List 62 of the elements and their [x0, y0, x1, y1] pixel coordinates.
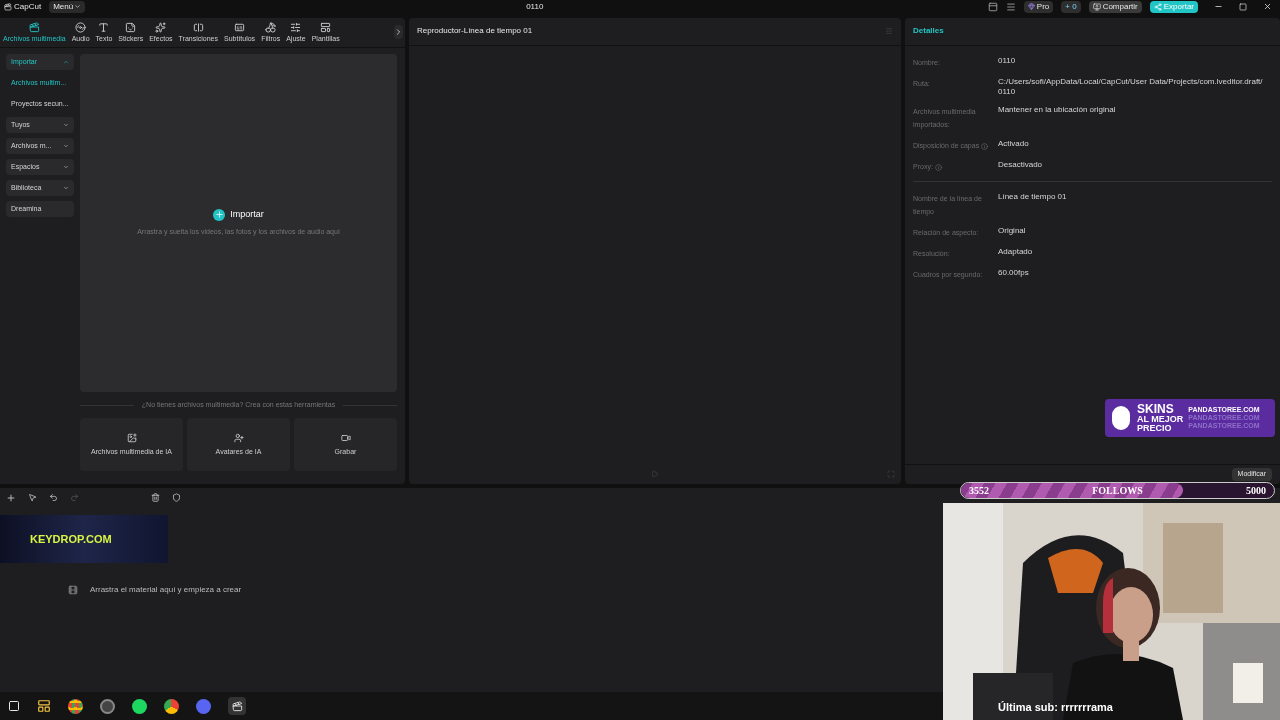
- detail-value: C:/Users/sofi/AppData/Local/CapCut/User Data/Projects/com.lveditor.draft/ 0110: [998, 76, 1263, 97]
- camera-icon: [340, 432, 351, 443]
- template-icon: [320, 21, 332, 33]
- more-tabs-icon[interactable]: [394, 25, 403, 40]
- sticker-icon: [125, 21, 137, 33]
- maximize-icon[interactable]: [1239, 2, 1247, 11]
- editor-icon[interactable]: [228, 697, 246, 716]
- share-icon: [1153, 2, 1162, 11]
- detail-value: Activado: [998, 138, 1030, 150]
- credits-button[interactable]: + 0: [1061, 0, 1081, 13]
- logo-icon: [4, 2, 12, 11]
- media-icon: [28, 21, 40, 33]
- project-title: 0110: [526, 0, 544, 13]
- text-icon: [98, 21, 110, 33]
- details-title: Detalles: [913, 25, 944, 38]
- detail-value: 0110: [998, 55, 1017, 67]
- monitor-icon: [1092, 2, 1101, 11]
- menu-button[interactable]: Menú: [49, 0, 86, 13]
- plus-icon: [214, 210, 224, 220]
- detail-value: 60.00fps: [998, 267, 1030, 279]
- film-icon: [68, 585, 78, 596]
- list-icon[interactable]: [1005, 1, 1016, 12]
- keydrop-banner: KEYDROP.COM: [0, 515, 168, 563]
- filter-icon: [265, 21, 277, 33]
- delete-icon[interactable]: [151, 493, 160, 503]
- ad-headline: SKINS: [1137, 403, 1175, 415]
- follows-label: FOLLOWS: [1092, 484, 1143, 498]
- ad-headline: AL MEJOR: [1137, 414, 1184, 424]
- chevron-down-icon: [74, 3, 82, 11]
- add-track-icon[interactable]: [6, 492, 16, 503]
- detail-value: Desactivado: [998, 159, 1044, 171]
- image-plus-icon: [126, 432, 137, 443]
- record-icon[interactable]: [100, 698, 115, 714]
- undo-icon[interactable]: [49, 493, 58, 503]
- follows-goal: 5000: [1246, 484, 1266, 498]
- detail-value: Línea de tiempo 01: [998, 191, 1068, 203]
- pointer-icon[interactable]: [28, 493, 37, 503]
- detail-value: Adaptado: [998, 246, 1034, 258]
- sliders-icon: [290, 21, 302, 33]
- share-button[interactable]: Compartir: [1088, 0, 1142, 13]
- player-title: Reproductor-Línea de tiempo 01: [417, 25, 533, 38]
- gem-icon: [1027, 3, 1035, 11]
- transition-icon: [192, 21, 204, 33]
- timeline-hint: Arrastra el material aquí y empieza a crear: [90, 584, 242, 597]
- layout-icon[interactable]: [987, 1, 998, 12]
- ad-headline: PRECIO: [1137, 423, 1173, 433]
- windows-start-icon[interactable]: [8, 700, 20, 713]
- user-plus-icon: [233, 432, 244, 443]
- follows-current: 3552: [969, 484, 989, 498]
- app-logo: CapCut: [4, 0, 42, 13]
- import-button[interactable]: Importar: [213, 207, 264, 222]
- subscriber-text: Última sub: rrrrrrrama: [998, 700, 1113, 715]
- music-icon[interactable]: [132, 698, 147, 714]
- sparkle-icon: [155, 21, 167, 33]
- shield-icon[interactable]: [172, 493, 181, 503]
- pro-button[interactable]: Pro: [1023, 0, 1054, 13]
- close-icon[interactable]: [1263, 2, 1272, 12]
- detail-value: Original: [998, 225, 1027, 237]
- detail-value: Mantener en la ubicación original: [998, 104, 1117, 116]
- captions-icon: [234, 21, 246, 33]
- disc-icon: [75, 21, 87, 33]
- chat-icon[interactable]: [196, 698, 211, 714]
